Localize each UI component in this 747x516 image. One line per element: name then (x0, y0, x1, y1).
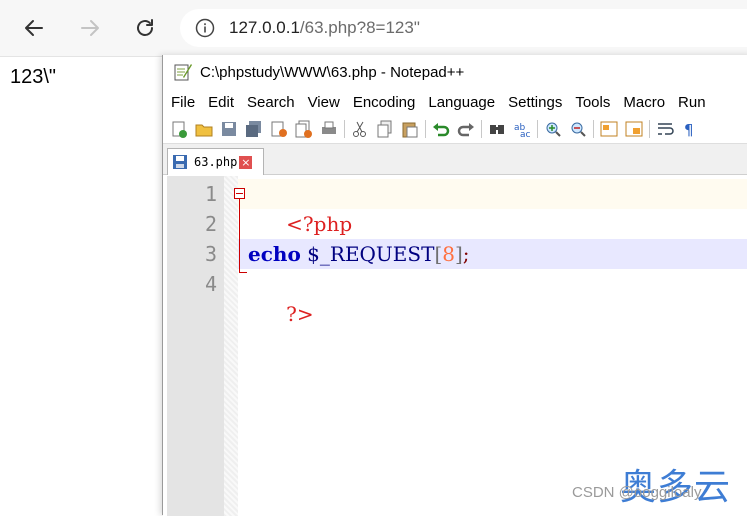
svg-text:¶: ¶ (684, 121, 694, 138)
menu-run[interactable]: Run (678, 94, 706, 111)
menu-search[interactable]: Search (247, 94, 295, 111)
fold-guide-end (239, 272, 247, 273)
paste-icon[interactable] (399, 119, 420, 140)
php-open-tag: <?php (286, 212, 353, 236)
copy-icon[interactable] (374, 119, 395, 140)
url-host: 127.0.0.1 (229, 18, 300, 37)
undo-icon[interactable] (430, 119, 451, 140)
code-line-4: ?> (248, 269, 313, 326)
arrow-left-icon (25, 20, 43, 36)
arrow-right-icon (81, 20, 99, 36)
menu-view[interactable]: View (308, 94, 340, 111)
menu-language[interactable]: Language (428, 94, 495, 111)
menu-macro[interactable]: Macro (623, 94, 665, 111)
address-bar[interactable]: 127.0.0.1/63.php?8=123" (180, 9, 747, 47)
new-file-icon[interactable] (168, 119, 189, 140)
sync-horizontal-icon[interactable] (623, 119, 644, 140)
forward-button[interactable] (72, 10, 108, 46)
find-icon[interactable] (486, 119, 507, 140)
zoom-in-icon[interactable] (542, 119, 563, 140)
url-path: /63.php?8=123" (299, 18, 420, 37)
saved-file-icon (172, 154, 188, 170)
toolbar-divider (425, 120, 426, 138)
menu-encoding[interactable]: Encoding (353, 94, 416, 111)
notepadpp-app-icon (173, 62, 193, 82)
url-text[interactable]: 127.0.0.1/63.php?8=123" (229, 18, 420, 38)
close-all-icon[interactable] (293, 119, 314, 140)
toolbar-divider (593, 120, 594, 138)
toolbar-divider (649, 120, 650, 138)
site-info-icon[interactable] (195, 18, 215, 38)
semicolon: ; (462, 242, 470, 266)
toolbar-divider (481, 120, 482, 138)
back-button[interactable] (16, 10, 52, 46)
save-icon[interactable] (218, 119, 239, 140)
code-line-1: <?php (248, 179, 352, 236)
menu-bar: File Edit Search View Encoding Language … (163, 89, 747, 115)
redo-icon[interactable] (455, 119, 476, 140)
bracket-close: ] (454, 242, 463, 266)
toolbar-divider (537, 120, 538, 138)
tab-label: 63.php (194, 155, 238, 169)
csdn-watermark: CSDN @ooggiloaly (572, 484, 702, 501)
reload-icon (137, 19, 153, 36)
index-number: 8 (442, 242, 455, 266)
echo-keyword: echo (248, 242, 301, 266)
save-all-icon[interactable] (243, 119, 264, 140)
menu-settings[interactable]: Settings (508, 94, 562, 111)
notepadpp-window: C:\phpstudy\WWW\63.php - Notepad++ File … (162, 55, 747, 516)
toolbar: ab ac ¶ (163, 115, 747, 144)
menu-edit[interactable]: Edit (208, 94, 234, 111)
replace-icon[interactable]: ab ac (511, 119, 532, 140)
show-all-chars-icon[interactable]: ¶ (679, 119, 700, 140)
open-folder-icon[interactable] (193, 119, 214, 140)
zoom-out-icon[interactable] (567, 119, 588, 140)
line-number: 3 (204, 242, 217, 266)
line-number: 2 (204, 212, 217, 236)
php-close-tag: ?> (286, 302, 314, 326)
line-number: 1 (204, 182, 217, 206)
browser-toolbar: 127.0.0.1/63.php?8=123" (0, 0, 747, 57)
page-output-text: 123\" (10, 66, 57, 88)
window-title: C:\phpstudy\WWW\63.php - Notepad++ (200, 63, 465, 81)
menu-tools[interactable]: Tools (575, 94, 610, 111)
cut-icon[interactable] (349, 119, 370, 140)
fold-collapse-icon[interactable] (234, 188, 245, 199)
print-icon[interactable] (318, 119, 339, 140)
sync-vertical-icon[interactable] (598, 119, 619, 140)
window-titlebar: C:\phpstudy\WWW\63.php - Notepad++ (163, 55, 747, 89)
toolbar-divider (344, 120, 345, 138)
tab-bar: 63.php × (163, 144, 747, 175)
svg-text:ac: ac (520, 130, 531, 138)
tab-63-php[interactable]: 63.php × (167, 148, 264, 175)
close-file-icon[interactable] (268, 119, 289, 140)
request-variable: $_REQUEST (307, 242, 435, 266)
reload-button[interactable] (127, 10, 163, 46)
fold-margin[interactable] (224, 176, 238, 516)
fold-guide-line (239, 199, 240, 265)
word-wrap-icon[interactable] (654, 119, 675, 140)
menu-file[interactable]: File (171, 94, 195, 111)
line-number: 4 (204, 272, 217, 296)
code-line-3: echo $_REQUEST[8]; (248, 239, 470, 269)
tab-close-icon[interactable]: × (239, 155, 253, 169)
